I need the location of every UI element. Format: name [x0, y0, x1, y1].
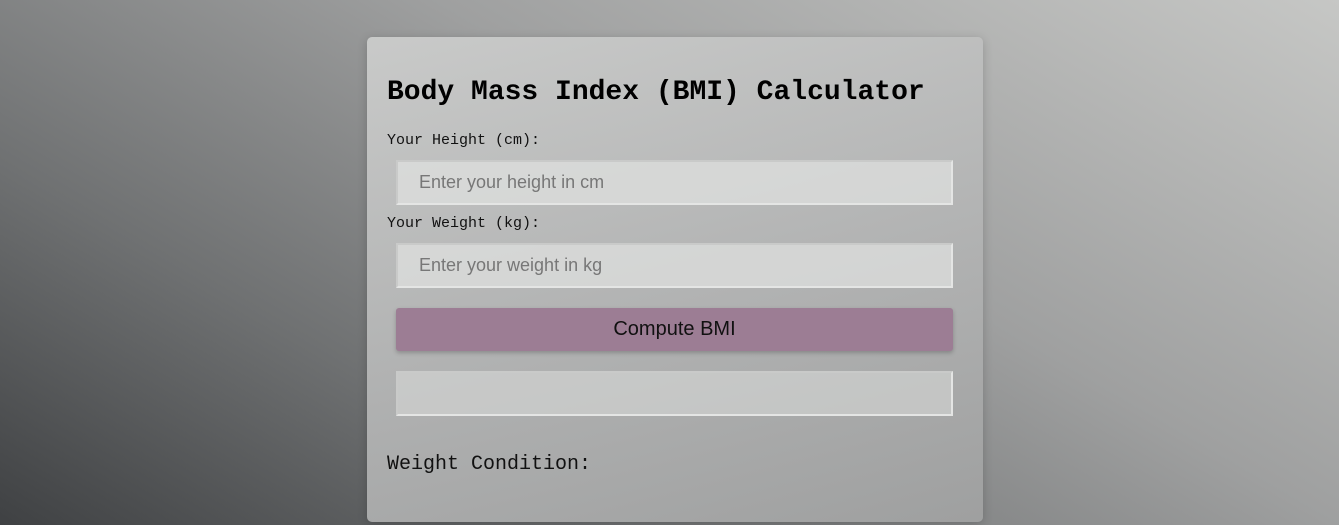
height-label: Your Height (cm):	[387, 132, 541, 149]
compute-bmi-button[interactable]: Compute BMI	[396, 308, 953, 351]
page-title: Body Mass Index (BMI) Calculator	[387, 77, 925, 108]
height-input[interactable]	[396, 160, 953, 205]
bmi-calculator-card: Body Mass Index (BMI) Calculator Your He…	[367, 37, 983, 522]
weight-condition-label: Weight Condition:	[387, 453, 592, 476]
bmi-result-field	[396, 371, 953, 416]
weight-label: Your Weight (kg):	[387, 215, 541, 232]
weight-input[interactable]	[396, 243, 953, 288]
